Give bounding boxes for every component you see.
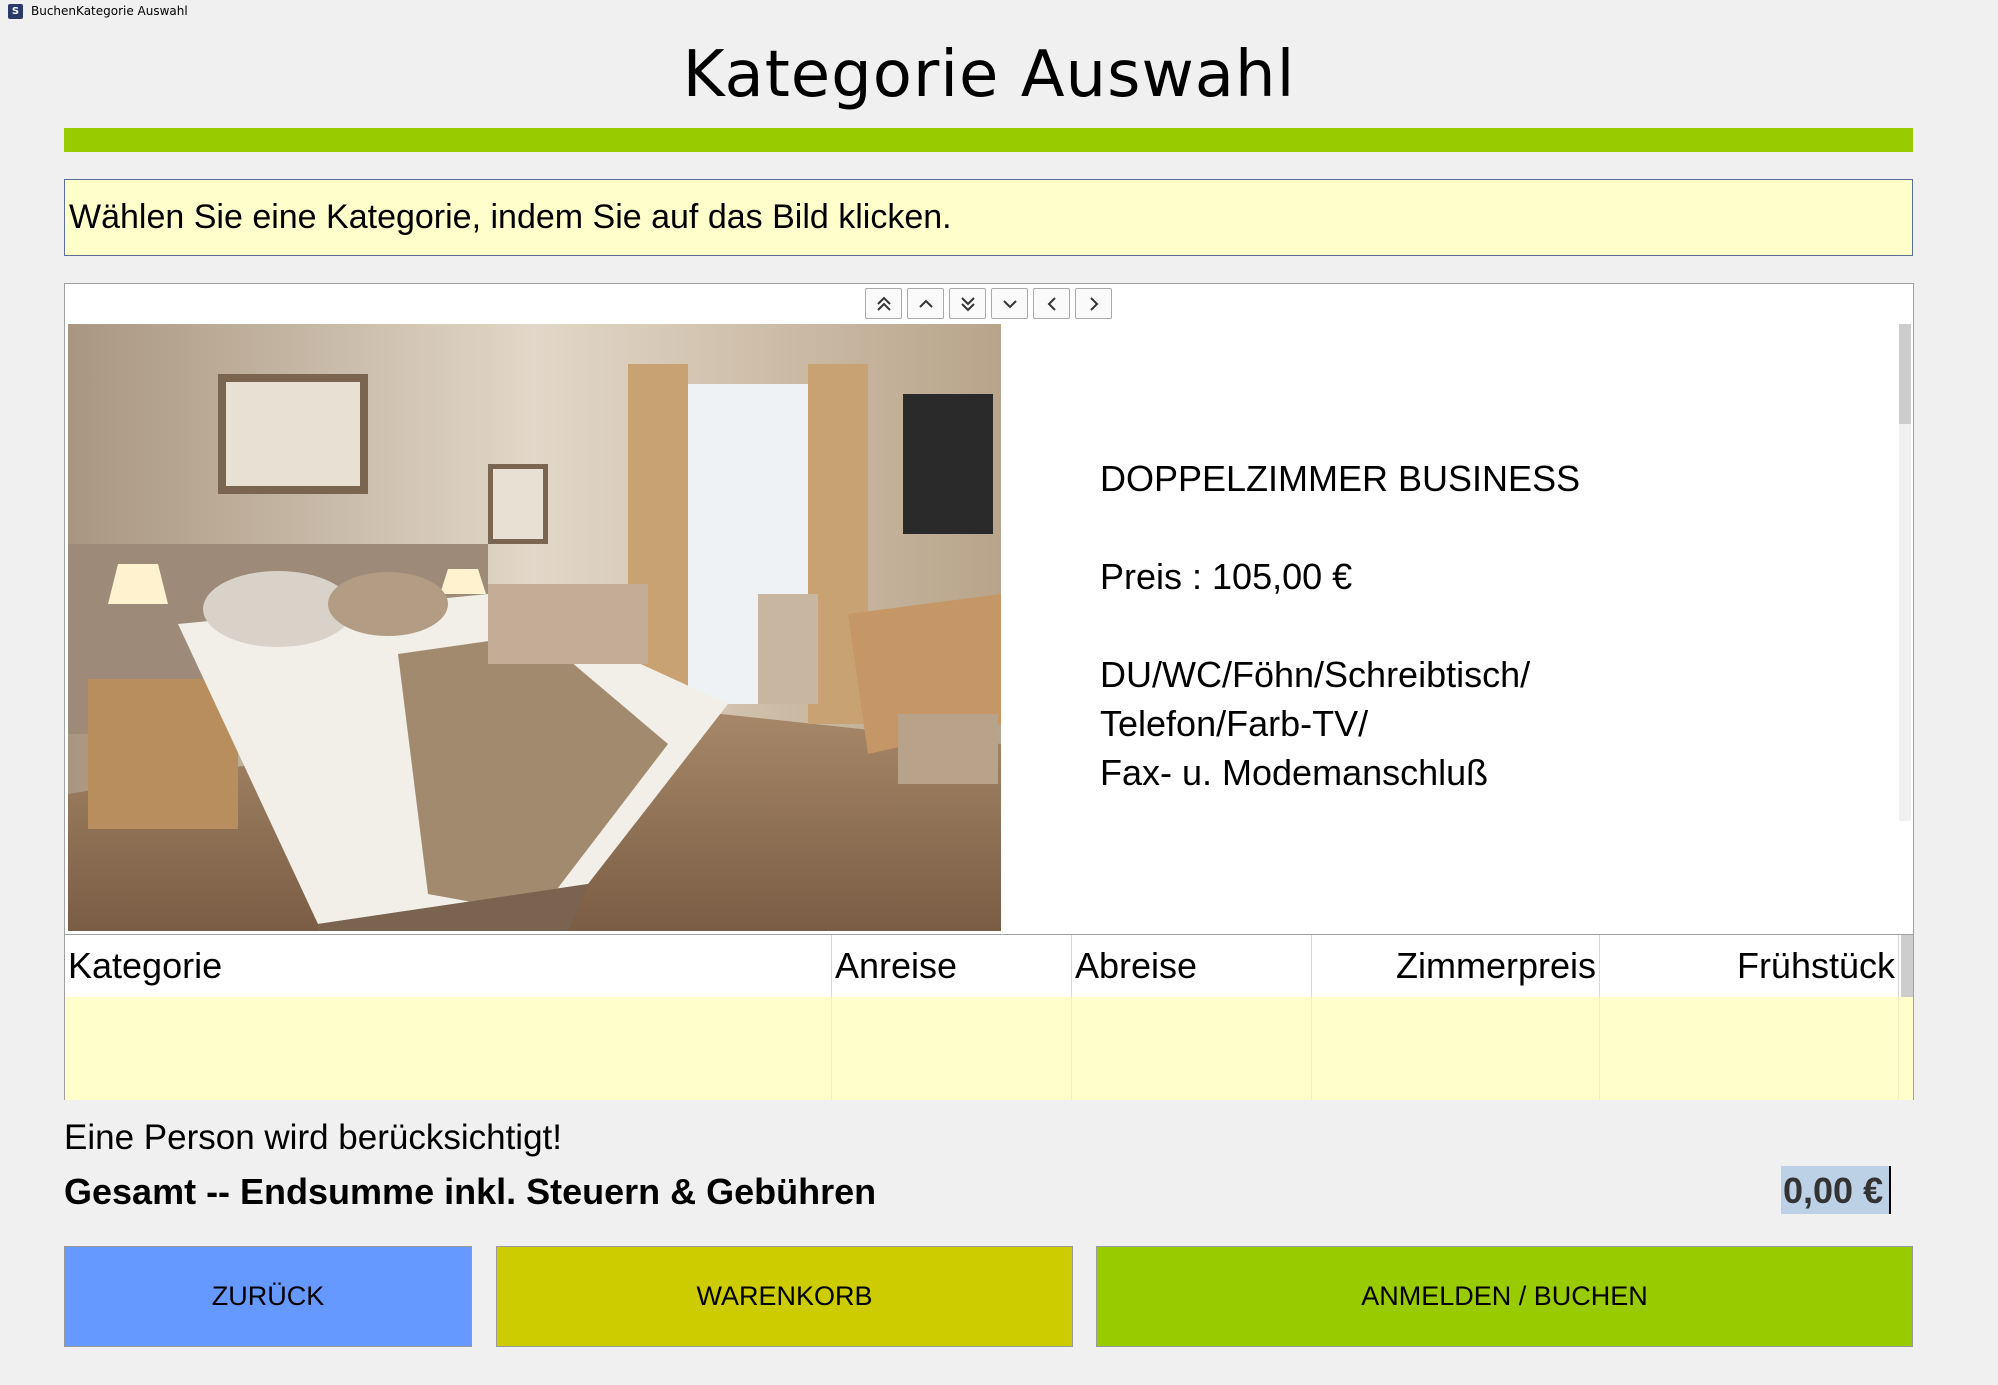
room-photo[interactable] — [68, 324, 1001, 931]
left-icon — [1047, 296, 1056, 311]
room-feature: DU/WC/Föhn/Schreibtisch/ — [1100, 654, 1531, 695]
booking-table: Kategorie Anreise Abreise Zimmerpreis Fr… — [65, 934, 1913, 1100]
first-record-button[interactable] — [865, 288, 902, 319]
room-feature: Telefon/Farb-TV/ — [1100, 703, 1369, 744]
back-button[interactable]: ZURÜCK — [64, 1246, 472, 1347]
title-bar: S BuchenKategorie Auswahl — [0, 0, 1998, 22]
column-header-kategorie[interactable]: Kategorie — [65, 935, 832, 997]
page-title: Kategorie Auswahl — [682, 38, 1296, 112]
instruction-text: Wählen Sie eine Kategorie, indem Sie auf… — [69, 198, 952, 236]
total-value[interactable]: 0,00 € — [1781, 1166, 1892, 1214]
window-title: BuchenKategorie Auswahl — [31, 4, 188, 18]
table-header: Kategorie Anreise Abreise Zimmerpreis Fr… — [65, 935, 1913, 997]
double-down-icon — [960, 296, 975, 311]
room-price: Preis : 105,00 € — [1100, 556, 1353, 597]
total-label: Gesamt -- Endsumme inkl. Steuern & Gebüh… — [64, 1171, 877, 1212]
table-cell — [1312, 997, 1600, 1100]
right-icon — [1089, 296, 1098, 311]
column-header-zimmerpreis[interactable]: Zimmerpreis — [1312, 935, 1600, 997]
next-record-button[interactable] — [991, 288, 1028, 319]
down-icon — [1002, 299, 1017, 308]
persons-note: Eine Person wird berücksichtigt! — [64, 1118, 562, 1157]
instruction-box: Wählen Sie eine Kategorie, indem Sie auf… — [64, 179, 1913, 256]
hotel-room-image — [68, 324, 1001, 931]
up-icon — [918, 299, 933, 308]
app-icon: S — [8, 3, 23, 19]
column-header-fruehstueck[interactable]: Frühstück — [1600, 935, 1899, 997]
room-feature: Fax- u. Modemanschluß — [1100, 752, 1489, 793]
book-button[interactable]: ANMELDEN / BUCHEN — [1096, 1246, 1913, 1347]
next-page-button[interactable] — [1075, 288, 1112, 319]
table-cell — [832, 997, 1072, 1100]
previous-page-button[interactable] — [1033, 288, 1070, 319]
title-divider — [64, 128, 1913, 152]
column-header-anreise[interactable]: Anreise — [832, 935, 1072, 997]
table-row[interactable] — [65, 997, 1913, 1100]
scrollbar-thumb[interactable] — [1899, 324, 1911, 424]
category-panel: DOPPELZIMMER BUSINESS Preis : 105,00 € D… — [64, 283, 1914, 1100]
previous-record-button[interactable] — [907, 288, 944, 319]
navigation-toolbar — [865, 288, 1112, 319]
table-cell — [65, 997, 832, 1100]
table-cell — [1072, 997, 1312, 1100]
table-scrollbar[interactable] — [1901, 935, 1913, 997]
room-name: DOPPELZIMMER BUSINESS — [1100, 458, 1581, 499]
double-up-icon — [876, 296, 891, 311]
table-cell — [1600, 997, 1899, 1100]
room-details: DOPPELZIMMER BUSINESS Preis : 105,00 € D… — [1100, 454, 1860, 797]
last-record-button[interactable] — [949, 288, 986, 319]
cart-button[interactable]: WARENKORB — [496, 1246, 1073, 1347]
detail-scrollbar[interactable] — [1899, 324, 1911, 821]
column-header-abreise[interactable]: Abreise — [1072, 935, 1312, 997]
